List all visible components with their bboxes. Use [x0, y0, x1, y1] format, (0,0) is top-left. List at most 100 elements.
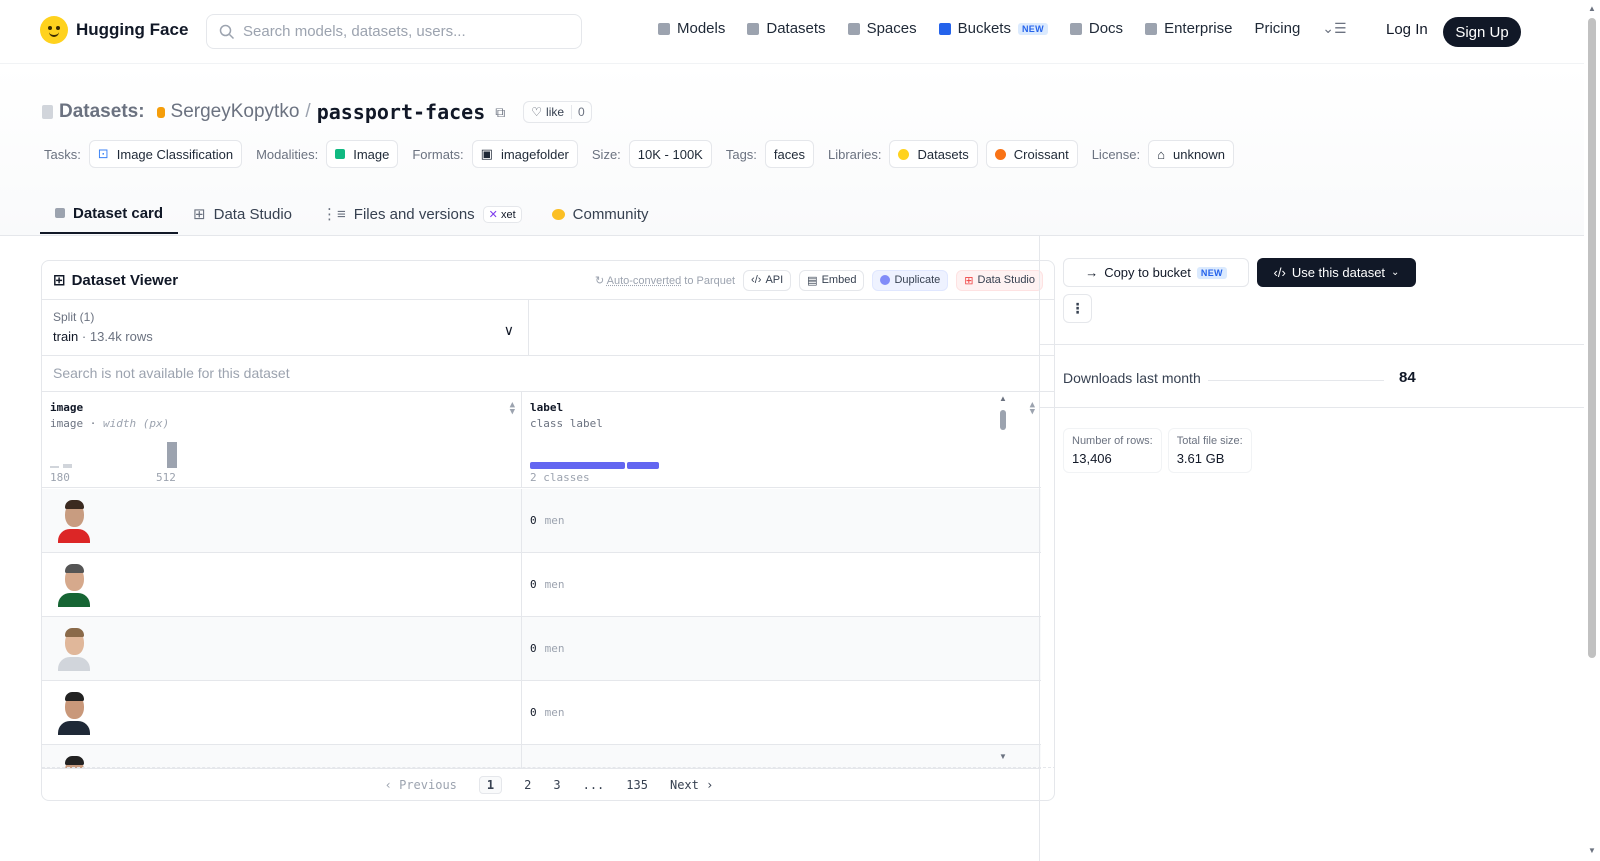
tag-label: Image: [353, 146, 390, 162]
class-count: 2 classes: [530, 471, 590, 484]
page-last[interactable]: 135: [626, 778, 648, 792]
face-thumbnail[interactable]: [56, 499, 92, 543]
nav-more-menu[interactable]: ⌄☰: [1322, 20, 1346, 37]
data-studio-button[interactable]: ⊞ Data Studio: [956, 269, 1043, 291]
chevron-down-icon: ∨: [503, 322, 514, 338]
table-row[interactable]: [42, 745, 1041, 769]
nav-datasets[interactable]: Datasets: [747, 20, 826, 37]
next-button[interactable]: Next ›: [670, 778, 713, 792]
tag-faces[interactable]: faces: [764, 140, 814, 168]
search-input[interactable]: [243, 23, 563, 40]
brand-name: Hugging Face: [76, 20, 189, 39]
copy-icon[interactable]: ⧉: [495, 104, 505, 121]
scrollbar-thumb[interactable]: [1000, 410, 1006, 430]
api-label: API: [765, 274, 784, 286]
sort-icon[interactable]: ▲ ▼: [1030, 401, 1035, 417]
tab-label: Community: [572, 205, 649, 223]
xet-badge: ✕ xet: [482, 205, 522, 223]
face-thumbnail[interactable]: [56, 691, 92, 735]
auto-converted-suffix: to Parquet: [684, 274, 736, 287]
label-value: 0: [530, 706, 537, 719]
label-value: 0: [530, 642, 537, 655]
scroll-down-icon[interactable]: ▼: [1588, 846, 1596, 855]
page-3[interactable]: 3: [553, 778, 560, 792]
tag-license[interactable]: ⌂ unknown: [1148, 140, 1235, 168]
tag-datasets-lib[interactable]: Datasets: [889, 140, 978, 168]
api-button[interactable]: ‹/› API: [743, 269, 792, 291]
scroll-down-icon[interactable]: ▼: [999, 752, 1007, 761]
scroll-up-icon[interactable]: ▲: [999, 394, 1007, 403]
tag-size[interactable]: 10K - 100K: [628, 140, 712, 168]
column-label[interactable]: label class label ▲ ▼ 2 classes: [522, 392, 1041, 487]
page-scrollbar[interactable]: ▲ ▼: [1584, 0, 1600, 861]
nav-buckets[interactable]: Buckets NEW: [938, 20, 1048, 37]
tab-community[interactable]: Community: [537, 194, 664, 234]
nav-pricing[interactable]: Pricing: [1254, 20, 1300, 37]
embed-button[interactable]: ▤ Embed: [799, 269, 865, 291]
class-distribution-bar: [530, 462, 659, 469]
global-search[interactable]: [206, 14, 582, 49]
tab-label: Data Studio: [213, 205, 293, 223]
nav-models[interactable]: Models: [658, 20, 725, 37]
owner-link[interactable]: SergeyKopytko: [171, 101, 300, 123]
tag-label: 10K - 100K: [637, 146, 703, 162]
files-icon: ⋮≡: [322, 206, 346, 223]
repo-name[interactable]: passport-faces: [317, 100, 486, 124]
auto-converted-note[interactable]: ↻ Auto-converted to Parquet: [595, 274, 735, 287]
use-dataset-button[interactable]: ‹/› Use this dataset ⌄: [1257, 258, 1416, 287]
search-icon: [219, 24, 235, 39]
more-options-button[interactable]: ⋮: [1063, 294, 1092, 323]
page-1[interactable]: 1: [478, 775, 503, 794]
nav-docs[interactable]: Docs: [1069, 20, 1123, 37]
menu-icon: ⌄☰: [1322, 20, 1347, 36]
owner-avatar: [156, 106, 165, 118]
tab-dataset-card[interactable]: Dataset card: [40, 194, 179, 234]
scrollbar-thumb[interactable]: [1588, 18, 1596, 658]
viewer-scrollbar[interactable]: ▲ ▼: [998, 394, 1008, 766]
previous-button[interactable]: ‹ Previous: [385, 778, 457, 792]
nav-spaces[interactable]: Spaces: [847, 20, 917, 37]
tag-image[interactable]: Image: [326, 140, 399, 168]
tab-data-studio[interactable]: ⊞ Data Studio: [178, 194, 307, 234]
histogram-bar[interactable]: [63, 464, 72, 468]
login-link[interactable]: Log In: [1386, 21, 1428, 38]
split-select[interactable]: Split (1) train · 13.4k rows ∨: [42, 300, 529, 355]
brand-link[interactable]: Hugging Face: [40, 16, 188, 44]
hugging-face-icon: [898, 148, 910, 160]
scroll-up-icon[interactable]: ▲: [1588, 4, 1596, 13]
tag-croissant[interactable]: Croissant: [985, 140, 1078, 168]
histogram-bar[interactable]: [167, 442, 177, 468]
table-row[interactable]: 0 men: [42, 681, 1041, 745]
tag-image-classification[interactable]: ⊡ Image Classification: [88, 140, 243, 168]
signup-button[interactable]: Sign Up: [1443, 17, 1521, 47]
table-row[interactable]: 0 men: [42, 489, 1041, 553]
embed-icon: ▤: [807, 274, 818, 287]
community-icon: [551, 208, 565, 220]
like-button[interactable]: ♡ like 0: [523, 101, 592, 123]
stat-rows: Number of rows: 13,406: [1063, 428, 1162, 473]
class-bar-men[interactable]: [530, 462, 625, 469]
folder-icon: ▣: [480, 146, 493, 161]
class-bar-other[interactable]: [627, 462, 659, 469]
face-thumbnail[interactable]: [56, 563, 92, 607]
auto-converted-link[interactable]: Auto-converted: [607, 275, 682, 287]
label-name: men: [544, 706, 565, 719]
dataset-stats: Number of rows: 13,406 Total file size: 3.…: [1063, 428, 1252, 473]
page-2[interactable]: 2: [524, 778, 531, 792]
nav-datasets-label: Datasets: [766, 20, 826, 37]
column-image[interactable]: image image · width (px) ▲ ▼ 180 512: [42, 392, 522, 487]
duplicate-button[interactable]: Duplicate: [872, 269, 949, 291]
table-row[interactable]: 0 men: [42, 617, 1041, 681]
nav-enterprise[interactable]: Enterprise: [1145, 20, 1232, 37]
face-thumbnail[interactable]: [56, 627, 92, 671]
tag-imagefolder[interactable]: ▣ imagefolder: [471, 140, 578, 168]
sort-icon[interactable]: ▲ ▼: [510, 401, 515, 417]
section-label[interactable]: Datasets:: [59, 101, 145, 123]
viewer-title: ⊞ Dataset Viewer: [53, 271, 178, 290]
tags-label: Tags:: [725, 146, 757, 162]
table-row[interactable]: 0 men: [42, 553, 1041, 617]
dataset-card-icon: [55, 208, 65, 218]
copy-to-bucket-button[interactable]: → Copy to bucket NEW: [1063, 258, 1249, 287]
tab-files-and-versions[interactable]: ⋮≡ Files and versions ✕ xet: [307, 194, 537, 234]
histogram-bar[interactable]: [50, 466, 59, 468]
